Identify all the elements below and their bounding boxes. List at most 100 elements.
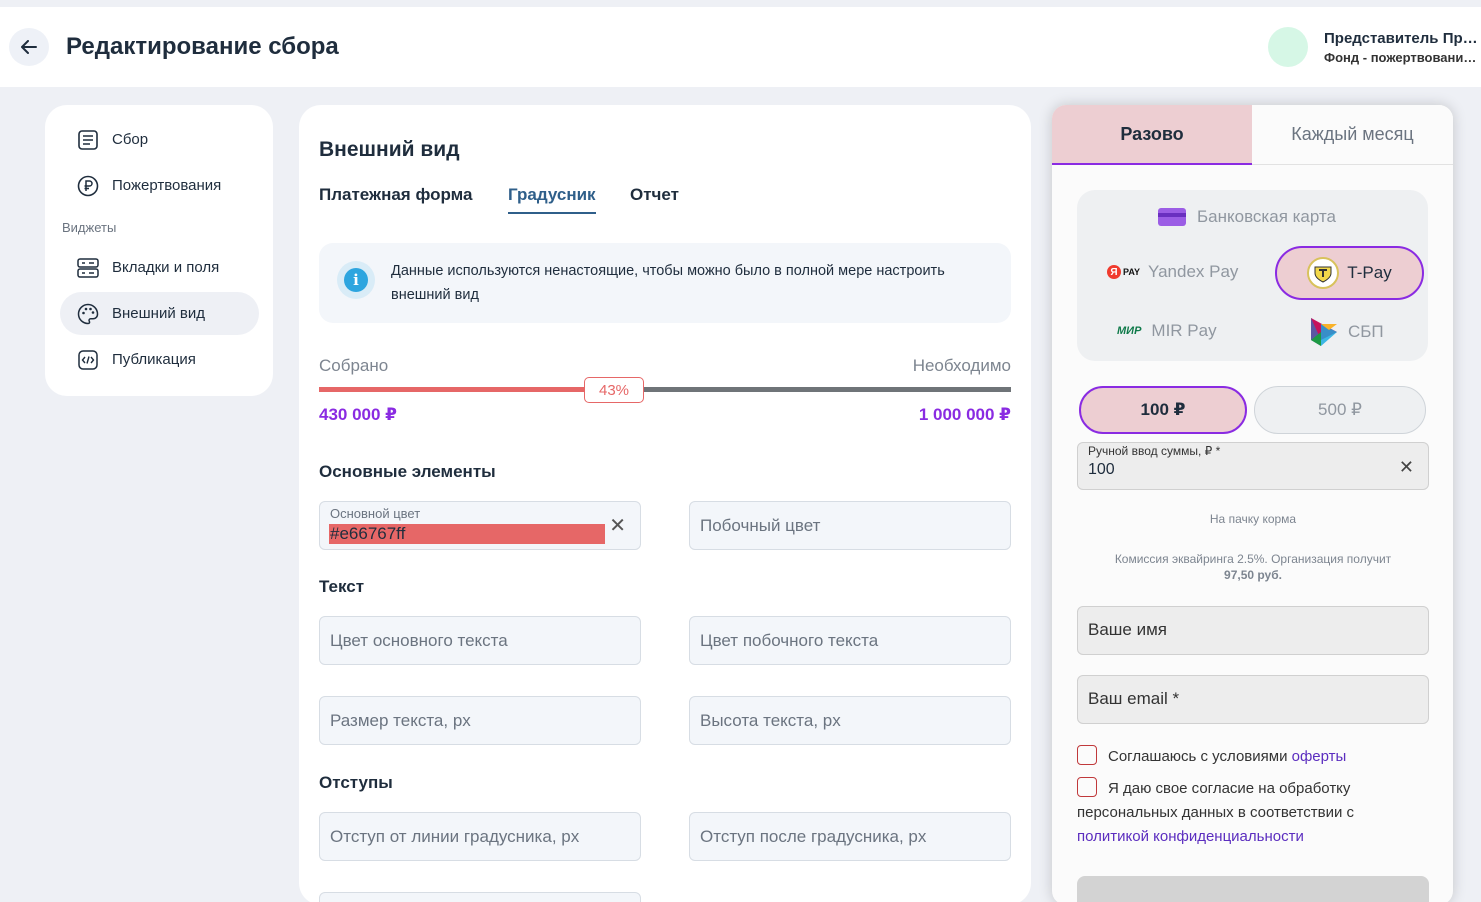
sidebar-item-publication[interactable]: Публикация [60, 338, 259, 381]
main-text-color-placeholder: Цвет основного текста [330, 631, 508, 650]
sbp-label: СБП [1348, 322, 1384, 341]
payment-bank-card[interactable]: Банковская карта [1157, 206, 1336, 228]
sidebar-item-label: Внешний вид [112, 305, 205, 322]
code-icon [76, 348, 100, 372]
commission-value: 97,50 руб. [1224, 568, 1282, 582]
name-field[interactable]: Ваше имя [1077, 606, 1429, 655]
submit-button[interactable] [1077, 876, 1429, 902]
manual-amount-field[interactable]: Ручной ввод суммы, ₽ * 100 ✕ [1077, 442, 1429, 490]
section-title: Внешний вид [319, 138, 460, 161]
payment-sbp[interactable]: СБП [1309, 316, 1384, 348]
sidebar-item-appearance[interactable]: Внешний вид [60, 292, 259, 335]
personal-data-agreement: Я даю свое согласие на обработку персона… [1077, 777, 1429, 849]
amount-hint: На пачку корма [1209, 512, 1297, 526]
header: Редактирование сбора Представитель Пре..… [0, 7, 1481, 87]
progress-percent-badge: 43% [584, 377, 644, 403]
offer-text: Соглашаюсь с условиями [1108, 748, 1292, 765]
text-height-placeholder: Высота текста, px [700, 711, 841, 730]
payment-tpay[interactable]: T-Pay [1275, 246, 1424, 300]
amount-100-button[interactable]: 100 ₽ [1079, 386, 1247, 434]
sidebar-group-label: Виджеты [62, 220, 117, 235]
primary-color-field[interactable]: Основной цвет #e66767ff ✕ [319, 501, 641, 550]
payment-yandex-pay[interactable]: Я PAY Yandex Pay [1107, 262, 1238, 282]
needed-label: Необходимо [912, 356, 1011, 375]
sidebar-item-tabs-fields[interactable]: Вкладки и поля [60, 246, 259, 289]
info-icon: i [337, 261, 375, 299]
needed-amount: 1 000 000 ₽ [918, 405, 1011, 424]
main-panel: Внешний вид Платежная форма Градусник От… [299, 105, 1031, 902]
yandex-pay-logo-icon: Я PAY [1107, 265, 1140, 279]
privacy-policy-link[interactable]: политикой конфиденциальности [1077, 828, 1304, 845]
sidebar-item-label: Вкладки и поля [112, 259, 220, 276]
user-org[interactable]: Фонд - пожертвования,... [1324, 50, 1481, 65]
list-icon [76, 128, 100, 152]
sbp-logo-icon [1311, 318, 1337, 346]
manual-amount-value[interactable]: 100 [1088, 461, 1115, 479]
primary-color-label: Основной цвет [330, 506, 421, 521]
email-placeholder: Ваш email * [1088, 689, 1180, 708]
progress-bar-fill [319, 387, 619, 392]
info-box: i Данные используются ненастоящие, чтобы… [319, 243, 1011, 323]
offer-checkbox[interactable] [1077, 745, 1097, 766]
extra-field[interactable] [319, 892, 641, 902]
payment-methods: Банковская карта Я PAY Yandex Pay T-Pay … [1077, 190, 1428, 361]
back-button[interactable] [9, 28, 49, 66]
collected-amount: 430 000 ₽ [319, 405, 398, 424]
offset-from-line-field[interactable]: Отступ от линии градусника, px [319, 812, 641, 861]
yandex-pay-logo-text: PAY [1123, 267, 1141, 277]
avatar[interactable] [1268, 27, 1308, 67]
sidebar-item-label: Сбор [112, 131, 149, 148]
clear-icon[interactable]: ✕ [609, 516, 626, 536]
text-size-field[interactable]: Размер текста, px [319, 696, 641, 745]
tab-monthly[interactable]: Каждый месяц [1252, 105, 1453, 165]
offset-after-field[interactable]: Отступ после градусника, px [689, 812, 1011, 861]
offer-agreement: Соглашаюсь с условиями оферты [1077, 745, 1429, 769]
amount-500-button[interactable]: 500 ₽ [1254, 386, 1426, 434]
sidebar-item-label: Публикация [112, 351, 196, 368]
mir-pay-label: MIR Pay [1151, 321, 1217, 340]
collected-label: Собрано [319, 356, 389, 375]
primary-color-value[interactable]: #e66767ff [329, 524, 605, 544]
tab-report[interactable]: Отчет [630, 185, 679, 212]
tab-payment-form[interactable]: Платежная форма [319, 185, 472, 212]
secondary-text-color-field[interactable]: Цвет побочного текста [689, 616, 1011, 665]
offer-link[interactable]: оферты [1292, 748, 1347, 765]
top-strip [0, 0, 1481, 7]
tab-once[interactable]: Разово [1052, 105, 1252, 165]
secondary-text-color-placeholder: Цвет побочного текста [700, 631, 879, 650]
yandex-pay-label: Yandex Pay [1148, 262, 1239, 281]
offset-after-placeholder: Отступ после градусника, px [700, 827, 927, 846]
group-title-padding: Отступы [319, 773, 393, 792]
secondary-color-field[interactable]: Побочный цвет [689, 501, 1011, 550]
tab-thermometer[interactable]: Градусник [508, 185, 596, 214]
text-height-field[interactable]: Высота текста, px [689, 696, 1011, 745]
mir-logo-icon: МИР [1117, 325, 1142, 337]
name-placeholder: Ваше имя [1088, 620, 1167, 639]
sidebar: Сбор Пожертвования Виджеты Вкладки и пол… [45, 105, 273, 396]
ruble-icon [76, 174, 100, 198]
sidebar-item-label: Пожертвования [112, 177, 222, 194]
progress-bar-track [619, 387, 1011, 392]
personal-data-checkbox[interactable] [1077, 777, 1097, 798]
manual-amount-label: Ручной ввод суммы, ₽ * [1088, 444, 1221, 458]
clear-icon[interactable]: ✕ [1399, 457, 1414, 478]
group-title-text: Текст [319, 577, 365, 596]
commission-text: Комиссия эквайринга 2.5%. Организация по… [1077, 551, 1429, 583]
offset-from-line-placeholder: Отступ от линии градусника, px [330, 827, 580, 846]
sidebar-item-donations[interactable]: Пожертвования [60, 164, 259, 207]
commission-label: Комиссия эквайринга 2.5%. Организация по… [1114, 552, 1392, 566]
tpay-label: T-Pay [1347, 263, 1392, 282]
text-size-placeholder: Размер текста, px [330, 711, 471, 730]
bank-card-label: Банковская карта [1197, 207, 1337, 226]
sidebar-item-sbor[interactable]: Сбор [60, 118, 259, 161]
personal-data-text: Я даю свое согласие на обработку персона… [1077, 780, 1354, 821]
info-text: Данные используются ненастоящие, чтобы м… [391, 263, 945, 303]
email-field[interactable]: Ваш email * [1077, 675, 1429, 724]
main-text-color-field[interactable]: Цвет основного текста [319, 616, 641, 665]
server-icon [76, 256, 100, 280]
group-title-basic: Основные элементы [319, 462, 496, 481]
arrow-left-icon [21, 40, 37, 54]
card-icon [1158, 208, 1186, 226]
payment-mir-pay[interactable]: МИР MIR Pay [1117, 321, 1217, 341]
user-name[interactable]: Представитель Пре... [1324, 30, 1481, 47]
